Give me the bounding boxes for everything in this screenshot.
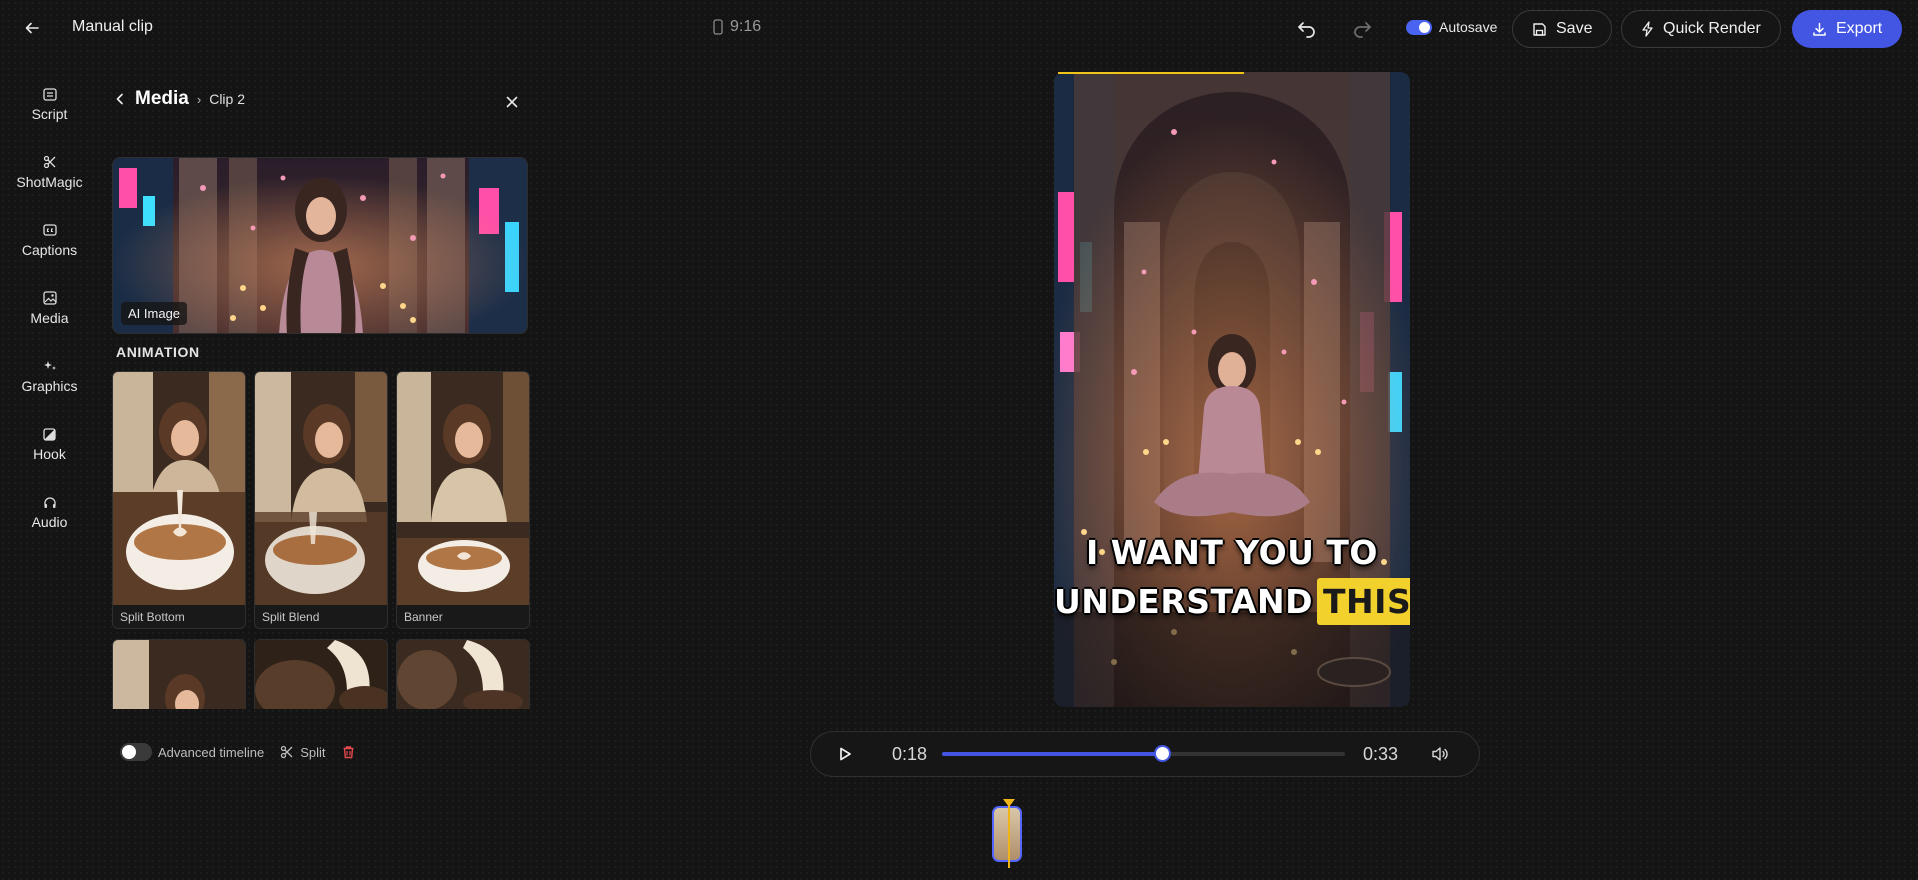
sparkle-icon <box>42 358 58 374</box>
close-icon <box>506 96 518 108</box>
advanced-timeline-toggle[interactable]: Advanced timeline <box>120 743 264 761</box>
redo-button[interactable] <box>1348 15 1376 43</box>
trash-icon <box>343 746 354 759</box>
animation-card-banner[interactable]: Banner <box>396 371 530 629</box>
aspect-ratio-label: 9:16 <box>730 18 762 35</box>
hook-icon <box>42 426 58 442</box>
image-icon <box>42 290 58 306</box>
sidebar-item-audio[interactable]: Audio <box>0 494 99 530</box>
animation-thumbnail <box>397 640 529 709</box>
lightning-icon <box>1642 21 1653 37</box>
caption-line-1: I WANT YOU TO <box>1086 533 1378 572</box>
current-time: 0:18 <box>892 744 928 764</box>
quick-render-label: Quick Render <box>1663 20 1761 37</box>
animation-card[interactable] <box>254 639 388 709</box>
animation-thumbnail <box>255 372 387 605</box>
playhead-handle[interactable] <box>1003 799 1015 807</box>
split-label: Split <box>300 744 326 760</box>
export-button[interactable]: Export <box>1792 10 1903 48</box>
sidebar-item-label: Script <box>31 106 68 122</box>
caption-word: UNDERSTAND <box>1054 582 1314 621</box>
sidebar-item-media[interactable]: Media <box>0 290 99 326</box>
split-button[interactable]: Split <box>280 744 326 760</box>
volume-button[interactable] <box>1430 744 1450 764</box>
back-button[interactable] <box>18 14 46 42</box>
animation-thumbnail <box>113 640 245 709</box>
volume-icon <box>1432 747 1448 761</box>
sidebar-item-hook[interactable]: Hook <box>0 426 99 462</box>
redo-icon <box>1354 22 1371 38</box>
save-icon <box>1533 22 1546 36</box>
undo-icon <box>1298 22 1315 38</box>
caption-line-2: UNDERSTAND THIS <box>1054 578 1410 625</box>
sidebar-item-label: ShotMagic <box>16 174 83 190</box>
advanced-timeline-label: Advanced timeline <box>158 744 265 760</box>
save-button[interactable]: Save <box>1512 10 1613 48</box>
autosave-switch[interactable] <box>1406 19 1432 35</box>
preview-progress-marker <box>1058 72 1244 74</box>
panel-header: Media › Clip 2 <box>113 88 245 110</box>
headphones-icon <box>42 494 58 510</box>
export-label: Export <box>1836 20 1883 37</box>
sidebar-item-label: Audio <box>31 514 68 530</box>
sidebar-item-label: Captions <box>21 242 78 258</box>
delete-button[interactable] <box>342 745 355 759</box>
quick-render-button[interactable]: Quick Render <box>1621 10 1781 48</box>
animation-card-split-blend[interactable]: Split Blend <box>254 371 388 629</box>
animation-section-label: ANIMATION <box>116 344 200 360</box>
sidebar-item-script[interactable]: Script <box>0 86 99 122</box>
advanced-timeline-switch[interactable] <box>120 743 152 761</box>
ai-image-thumbnail[interactable]: AI Image <box>112 157 528 334</box>
breadcrumb-separator: › <box>196 91 202 107</box>
video-preview[interactable]: I WANT YOU TO UNDERSTAND THIS <box>1054 72 1410 707</box>
save-label: Save <box>1556 20 1593 37</box>
ai-image-badge: AI Image <box>121 302 188 325</box>
undo-button[interactable] <box>1293 15 1321 43</box>
script-icon <box>42 86 58 102</box>
phone-icon <box>713 19 723 35</box>
timeline-tools: Advanced timeline Split <box>120 743 355 761</box>
play-button[interactable] <box>834 743 856 765</box>
sidebar-item-label: Graphics <box>21 378 78 394</box>
animation-thumbnail <box>255 640 387 709</box>
caption-highlight: THIS <box>1317 578 1410 625</box>
timeline-clip[interactable] <box>992 806 1022 862</box>
sidebar-item-label: Media <box>30 310 69 326</box>
chevron-left-icon[interactable] <box>113 92 127 106</box>
animation-card-label: Banner <box>404 610 443 624</box>
sidebar-item-label: Hook <box>33 446 66 462</box>
sidebar-item-captions[interactable]: Captions <box>0 222 99 258</box>
animation-card-label: Split Bottom <box>120 610 185 624</box>
autosave-toggle[interactable]: Autosave <box>1406 19 1497 35</box>
scissors-icon <box>281 745 293 759</box>
animation-card-label: Split Blend <box>262 610 320 624</box>
captions-icon <box>42 222 58 238</box>
breadcrumb[interactable]: Clip 2 <box>209 91 245 107</box>
animation-card-split-bottom[interactable]: Split Bottom <box>112 371 246 629</box>
playhead[interactable] <box>1008 800 1010 868</box>
seek-progress <box>942 752 1162 756</box>
close-button[interactable] <box>502 92 522 112</box>
sidebar-item-graphics[interactable]: Graphics <box>0 358 99 394</box>
arrow-left-icon <box>25 22 39 34</box>
project-title: Manual clip <box>72 18 153 35</box>
total-time: 0:33 <box>1363 744 1399 764</box>
scissors-icon <box>42 154 58 170</box>
autosave-label: Autosave <box>1439 19 1498 35</box>
seek-handle[interactable] <box>1153 745 1171 762</box>
animation-thumbnail <box>397 372 529 605</box>
animation-thumbnail <box>113 372 245 605</box>
download-icon <box>1813 22 1826 36</box>
play-icon <box>840 747 851 761</box>
animation-card[interactable] <box>396 639 530 709</box>
animation-card[interactable] <box>112 639 246 709</box>
aspect-ratio[interactable]: 9:16 <box>713 18 761 36</box>
panel-title: Media <box>135 88 189 109</box>
sidebar-item-shotmagic[interactable]: ShotMagic <box>0 154 99 190</box>
